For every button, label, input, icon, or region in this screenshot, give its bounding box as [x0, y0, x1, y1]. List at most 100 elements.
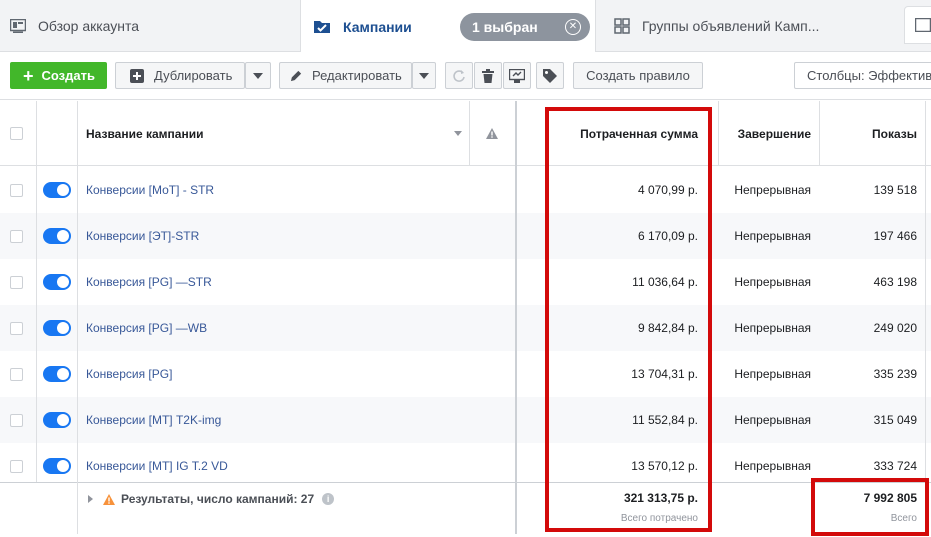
row-toggle-cell [43, 305, 71, 351]
impressions-cell: 315 049 [873, 413, 917, 427]
row-checkbox[interactable] [10, 275, 23, 289]
ads-icon [915, 18, 931, 32]
warning-icon [103, 493, 115, 505]
campaign-toggle[interactable] [43, 458, 71, 474]
table-row[interactable]: Конверсия [PG] —STR 11 036,64 р. Непрерывн… [0, 259, 931, 305]
create-rule-button[interactable]: Создать правило [573, 62, 703, 89]
create-button[interactable]: + Создать [10, 62, 107, 89]
row-checkbox[interactable] [10, 413, 23, 427]
row-checkbox-cell [10, 351, 23, 397]
campaign-toggle[interactable] [43, 274, 71, 290]
header-impressions[interactable]: Показы [820, 101, 917, 166]
header-impressions-label: Показы [872, 126, 917, 141]
tab-campaigns[interactable]: Кампании 1 выбран ✕ [300, 0, 596, 53]
campaign-toggle[interactable] [43, 320, 71, 336]
chevron-down-icon [253, 72, 263, 79]
selected-count-label: 1 выбран [472, 19, 538, 35]
impressions-cell: 197 466 [873, 229, 917, 243]
row-checkbox-cell [10, 213, 23, 259]
ab-test-button[interactable] [503, 62, 531, 89]
impressions-cell: 249 020 [873, 321, 917, 335]
table-row[interactable]: Конверсии [МТ] T2K-img 11 552,84 р. Непрер… [0, 397, 931, 443]
row-checkbox[interactable] [10, 459, 23, 473]
columns-label: Столбцы: Эффектив [807, 68, 931, 83]
row-checkbox-cell [10, 305, 23, 351]
folder-check-icon [314, 21, 330, 33]
column-divider [925, 101, 926, 534]
row-checkbox[interactable] [10, 367, 23, 381]
table-row[interactable]: Конверсии [МоТ] - STR 4 070,99 р. Непрерыв… [0, 167, 931, 213]
end-date-cell: Непрерывная [734, 367, 811, 381]
campaign-name-link[interactable]: Конверсии [МТ] T2K-img [86, 397, 221, 443]
table-row[interactable]: Конверсии [ЭТ]-STR 6 170,09 р. Непрерывная… [0, 213, 931, 259]
duplicate-button-label: Дублировать [154, 68, 233, 83]
campaign-toggle[interactable] [43, 228, 71, 244]
table-row[interactable]: Конверсия [PG] 13 704,31 р. Непрерывная 335… [0, 351, 931, 397]
chevron-down-icon [419, 72, 429, 79]
edit-dropdown-button[interactable] [412, 62, 436, 89]
plus-icon: + [23, 65, 34, 86]
row-checkbox-cell [10, 259, 23, 305]
duplicate-button[interactable]: Дублировать [115, 62, 245, 89]
create-rule-label: Создать правило [586, 68, 690, 83]
header-campaign-name[interactable]: Название кампании [86, 101, 466, 166]
expand-arrow-icon[interactable] [88, 495, 93, 503]
ab-test-icon [509, 68, 525, 83]
row-toggle-cell [43, 213, 71, 259]
row-checkbox-cell [10, 167, 23, 213]
info-icon[interactable]: i [322, 493, 335, 505]
row-checkbox[interactable] [10, 183, 23, 197]
create-button-label: Создать [41, 68, 95, 83]
column-divider [718, 101, 719, 166]
row-toggle-cell [43, 259, 71, 305]
summary-row: Результаты, число кампаний: 27 i 321 313… [0, 482, 931, 534]
header-end-date[interactable]: Завершение [718, 101, 811, 166]
campaign-toggle[interactable] [43, 366, 71, 382]
column-divider [77, 101, 78, 534]
summary-label: Результаты, число кампаний: 27 [121, 492, 315, 506]
row-toggle-cell [43, 351, 71, 397]
tag-button[interactable] [536, 62, 564, 89]
table-row[interactable]: Конверсия [PG] —WB 9 842,84 р. Непрерывная… [0, 305, 931, 351]
header-delivery[interactable] [486, 101, 498, 166]
toolbar: + Создать Дублировать Редактировать Созд… [0, 52, 931, 100]
impressions-cell: 139 518 [873, 183, 917, 197]
tab-ad-sets[interactable]: Группы объявлений Камп... [614, 0, 819, 52]
campaign-toggle[interactable] [43, 412, 71, 428]
trash-icon [482, 68, 494, 83]
clear-selection-icon[interactable]: ✕ [565, 19, 581, 35]
row-checkbox[interactable] [10, 229, 23, 243]
end-date-cell: Непрерывная [734, 275, 811, 289]
warning-icon [486, 128, 498, 139]
tab-campaigns-label: Кампании [343, 18, 412, 35]
edit-button[interactable]: Редактировать [279, 62, 412, 89]
account-overview-icon [10, 19, 26, 33]
campaign-name-link[interactable]: Конверсия [PG] —STR [86, 259, 212, 305]
column-divider [819, 101, 820, 166]
column-divider [469, 101, 470, 166]
tab-account-overview-label: Обзор аккаунта [38, 18, 140, 34]
edit-button-label: Редактировать [312, 68, 402, 83]
campaign-name-link[interactable]: Конверсии [ЭТ]-STR [86, 213, 199, 259]
highlight-impressions-total [811, 478, 929, 536]
column-divider [515, 101, 517, 534]
delete-button[interactable] [474, 62, 502, 89]
tab-bar: Обзор аккаунта Кампании 1 выбран ✕ Групп… [0, 0, 931, 53]
campaign-name-link[interactable]: Конверсия [PG] [86, 351, 172, 397]
tab-ads[interactable] [904, 6, 931, 44]
campaign-name-link[interactable]: Конверсии [МоТ] - STR [86, 167, 214, 213]
campaign-toggle[interactable] [43, 182, 71, 198]
tab-account-overview[interactable]: Обзор аккаунта [10, 0, 139, 52]
sort-caret-icon[interactable] [454, 131, 462, 136]
refresh-button[interactable] [445, 62, 473, 89]
end-date-cell: Непрерывная [734, 321, 811, 335]
refresh-icon [453, 69, 465, 82]
tag-icon [543, 68, 557, 83]
row-toggle-cell [43, 397, 71, 443]
select-all-checkbox[interactable] [10, 127, 23, 140]
columns-dropdown[interactable]: Столбцы: Эффектив [794, 62, 931, 89]
row-checkbox[interactable] [10, 321, 23, 335]
row-checkbox-cell [10, 397, 23, 443]
duplicate-dropdown-button[interactable] [245, 62, 271, 89]
campaign-name-link[interactable]: Конверсия [PG] —WB [86, 305, 207, 351]
